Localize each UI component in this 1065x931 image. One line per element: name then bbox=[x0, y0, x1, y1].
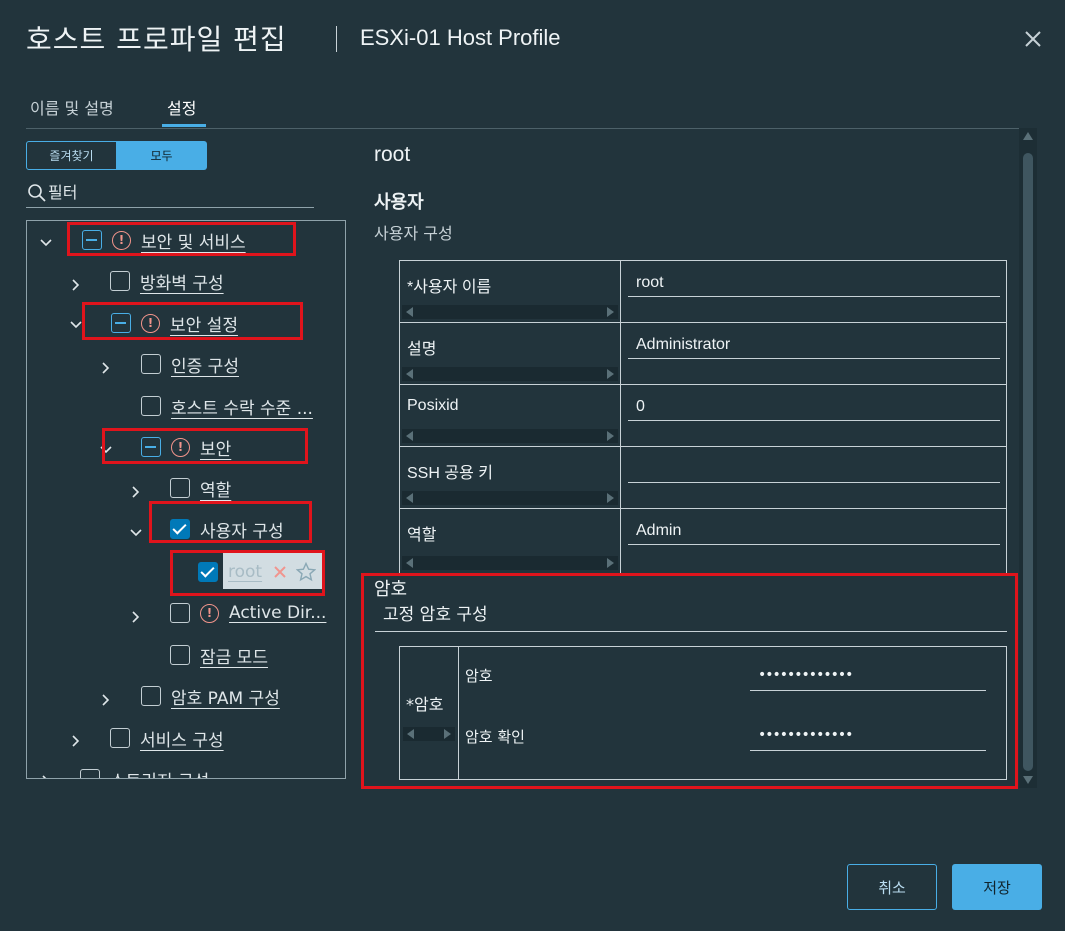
checkbox[interactable] bbox=[141, 686, 161, 706]
save-button[interactable]: 저장 bbox=[952, 864, 1042, 910]
chevron-down-icon[interactable] bbox=[69, 318, 83, 332]
field-row-description: 설명 Administrator bbox=[400, 323, 1006, 385]
tree-item-label: 인증 구성 bbox=[171, 356, 239, 377]
key-scrollbar[interactable] bbox=[402, 556, 618, 570]
checkbox[interactable] bbox=[170, 478, 190, 498]
field-row-username: *사용자 이름 root bbox=[400, 261, 1006, 323]
key-scrollbar[interactable] bbox=[402, 429, 618, 443]
checkbox[interactable] bbox=[110, 728, 130, 748]
field-key: 역할 bbox=[407, 527, 437, 544]
chevron-right-icon[interactable] bbox=[129, 610, 143, 624]
tree-item-label: 방화벽 구성 bbox=[140, 273, 224, 294]
tree-item-host-acceptance[interactable]: 호스트 수락 수준 ... bbox=[141, 393, 313, 419]
host-profile-name: ESXi-01 Host Profile bbox=[360, 25, 561, 50]
highlight-box bbox=[82, 302, 303, 340]
field-key: 설명 bbox=[407, 341, 437, 358]
highlight-box bbox=[102, 428, 308, 464]
tree-item-lockdown-mode[interactable]: 잠금 모드 bbox=[170, 642, 268, 668]
field-key-cell: *사용자 이름 bbox=[400, 261, 621, 322]
all-toggle[interactable]: 모두 bbox=[116, 141, 207, 170]
highlight-box bbox=[67, 222, 296, 256]
key-scrollbar[interactable] bbox=[402, 305, 618, 319]
filter-field bbox=[26, 178, 314, 208]
tree-item-firewall[interactable]: 방화벽 구성 bbox=[110, 268, 224, 294]
field-key: Posixid bbox=[407, 397, 459, 414]
checkbox[interactable] bbox=[141, 354, 161, 374]
tree-item-label: 서비스 구성 bbox=[140, 730, 224, 751]
tree-item-active-directory[interactable]: ! Active Dir... bbox=[170, 600, 326, 626]
cancel-button[interactable]: 취소 bbox=[847, 864, 937, 910]
posixid-input[interactable]: 0 bbox=[628, 395, 1000, 421]
scroll-up-icon[interactable] bbox=[1023, 132, 1033, 140]
tree-item-label: 호스트 수락 수준 ... bbox=[171, 398, 313, 419]
username-input[interactable]: root bbox=[628, 271, 1000, 297]
tree-item-label: 역할 bbox=[200, 480, 232, 501]
tree-item-label: 스토리지 구성 bbox=[110, 767, 209, 779]
checkbox[interactable] bbox=[110, 271, 130, 291]
tree-item-password-pam[interactable]: 암호 PAM 구성 bbox=[141, 683, 280, 709]
tab-name-description[interactable]: 이름 및 설명 bbox=[30, 95, 114, 119]
tabs-divider bbox=[26, 128, 1037, 129]
tree-item-roles[interactable]: 역할 bbox=[170, 475, 231, 501]
section-heading: 사용자 bbox=[374, 192, 424, 213]
tree-item-label: 암호 PAM 구성 bbox=[171, 688, 280, 709]
checkbox[interactable] bbox=[141, 396, 161, 416]
field-key: SSH 공용 키 bbox=[407, 465, 493, 482]
tree-item-label: Active Dir... bbox=[229, 603, 327, 623]
tab-settings[interactable]: 설정 bbox=[167, 95, 196, 119]
chevron-right-icon[interactable] bbox=[69, 734, 83, 748]
field-row-role: 역할 Admin bbox=[400, 509, 1006, 573]
key-scrollbar[interactable] bbox=[402, 367, 618, 381]
detail-title: root bbox=[374, 143, 411, 166]
checkbox[interactable] bbox=[170, 645, 190, 665]
tree-item-service-config[interactable]: 서비스 구성 bbox=[110, 725, 224, 751]
title-divider bbox=[336, 26, 337, 52]
field-key-cell: 설명 bbox=[400, 323, 621, 384]
field-row-ssh-key: SSH 공용 키 bbox=[400, 447, 1006, 509]
close-icon[interactable] bbox=[1020, 26, 1046, 52]
warning-icon: ! bbox=[200, 603, 219, 623]
favorites-toggle[interactable]: 즐겨찾기 bbox=[26, 141, 117, 170]
field-key-cell: Posixid bbox=[400, 385, 621, 446]
dialog-title: 호스트 프로파일 편집 bbox=[26, 23, 287, 56]
chevron-right-icon[interactable] bbox=[129, 485, 143, 499]
chevron-right-icon[interactable] bbox=[39, 774, 53, 779]
chevron-down-icon[interactable] bbox=[129, 526, 143, 540]
tree-item-storage-config[interactable]: 스토리지 구성 bbox=[80, 766, 209, 779]
scroll-down-icon[interactable] bbox=[1023, 776, 1033, 784]
chevron-down-icon[interactable] bbox=[39, 236, 53, 250]
chevron-right-icon[interactable] bbox=[99, 693, 113, 707]
scroll-thumb[interactable] bbox=[1023, 153, 1033, 771]
highlight-box bbox=[361, 573, 1018, 789]
chevron-right-icon[interactable] bbox=[99, 361, 113, 375]
field-key: *사용자 이름 bbox=[407, 279, 492, 296]
field-row-posixid: Posixid 0 bbox=[400, 385, 1006, 447]
highlight-box bbox=[170, 550, 325, 596]
detail-scrollbar[interactable] bbox=[1019, 128, 1037, 788]
field-key-cell: 역할 bbox=[400, 509, 621, 573]
field-key-cell: SSH 공용 키 bbox=[400, 447, 621, 508]
active-tab-indicator bbox=[162, 124, 206, 127]
tree-item-auth-config[interactable]: 인증 구성 bbox=[141, 351, 239, 377]
checkbox[interactable] bbox=[170, 603, 190, 623]
description-input[interactable]: Administrator bbox=[628, 333, 1000, 359]
checkbox[interactable] bbox=[80, 769, 100, 778]
tree-item-label: 잠금 모드 bbox=[200, 647, 268, 668]
search-icon bbox=[28, 183, 46, 202]
user-fields-table: *사용자 이름 root 설명 Administrator Posixid 0 … bbox=[399, 260, 1007, 574]
filter-input[interactable] bbox=[48, 183, 298, 202]
highlight-box bbox=[149, 501, 312, 543]
role-input[interactable]: Admin bbox=[628, 519, 1000, 545]
subsection-heading: 사용자 구성 bbox=[374, 224, 453, 243]
chevron-right-icon[interactable] bbox=[69, 278, 83, 292]
ssh-key-input[interactable] bbox=[628, 457, 1000, 483]
key-scrollbar[interactable] bbox=[402, 491, 618, 505]
